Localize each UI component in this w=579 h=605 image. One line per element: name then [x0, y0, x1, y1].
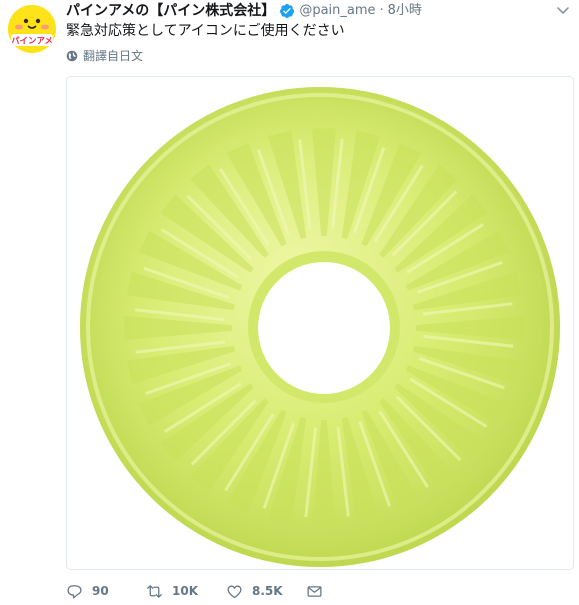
tweet-header: パインアメの【パイン株式会社】 @pain_ame · 8小時: [66, 1, 422, 21]
tweet-actions: 90 10K 8.5K: [66, 582, 386, 600]
chevron-down-icon[interactable]: [555, 2, 571, 18]
envelope-icon: [307, 585, 322, 597]
translate-link[interactable]: 翻譯自日文: [66, 48, 143, 64]
translate-label: 翻譯自日文: [83, 49, 144, 63]
tweet: パインアメ パインアメの【パイン株式会社】 @pain_ame · 8小時 緊急…: [0, 0, 579, 605]
reply-icon: [67, 584, 82, 599]
globe-icon: [66, 50, 78, 62]
display-name[interactable]: パインアメの【パイン株式会社】: [66, 1, 275, 21]
reply-button[interactable]: 90: [66, 583, 146, 600]
like-button[interactable]: 8.5K: [226, 583, 306, 600]
separator-dot: ·: [379, 3, 384, 18]
tweet-media-image[interactable]: [66, 76, 574, 570]
retweet-button[interactable]: 10K: [146, 583, 226, 600]
pineapple-candy-image: [67, 77, 573, 569]
pine-ame-avatar-image: パインアメ: [8, 5, 56, 53]
heart-icon: [227, 585, 242, 598]
tweet-timestamp[interactable]: 8小時: [388, 1, 422, 21]
avatar[interactable]: パインアメ: [8, 5, 56, 53]
retweet-count: 10K: [172, 584, 198, 598]
like-count: 8.5K: [252, 584, 283, 598]
verified-badge-icon: [279, 3, 295, 19]
retweet-icon: [147, 584, 162, 598]
direct-message-button[interactable]: [306, 583, 386, 600]
svg-text:パインアメ: パインアメ: [11, 36, 53, 47]
tweet-text: 緊急対応策としてアイコンにご使用ください: [66, 23, 345, 39]
reply-count: 90: [92, 584, 109, 598]
user-handle[interactable]: @pain_ame: [299, 1, 375, 21]
